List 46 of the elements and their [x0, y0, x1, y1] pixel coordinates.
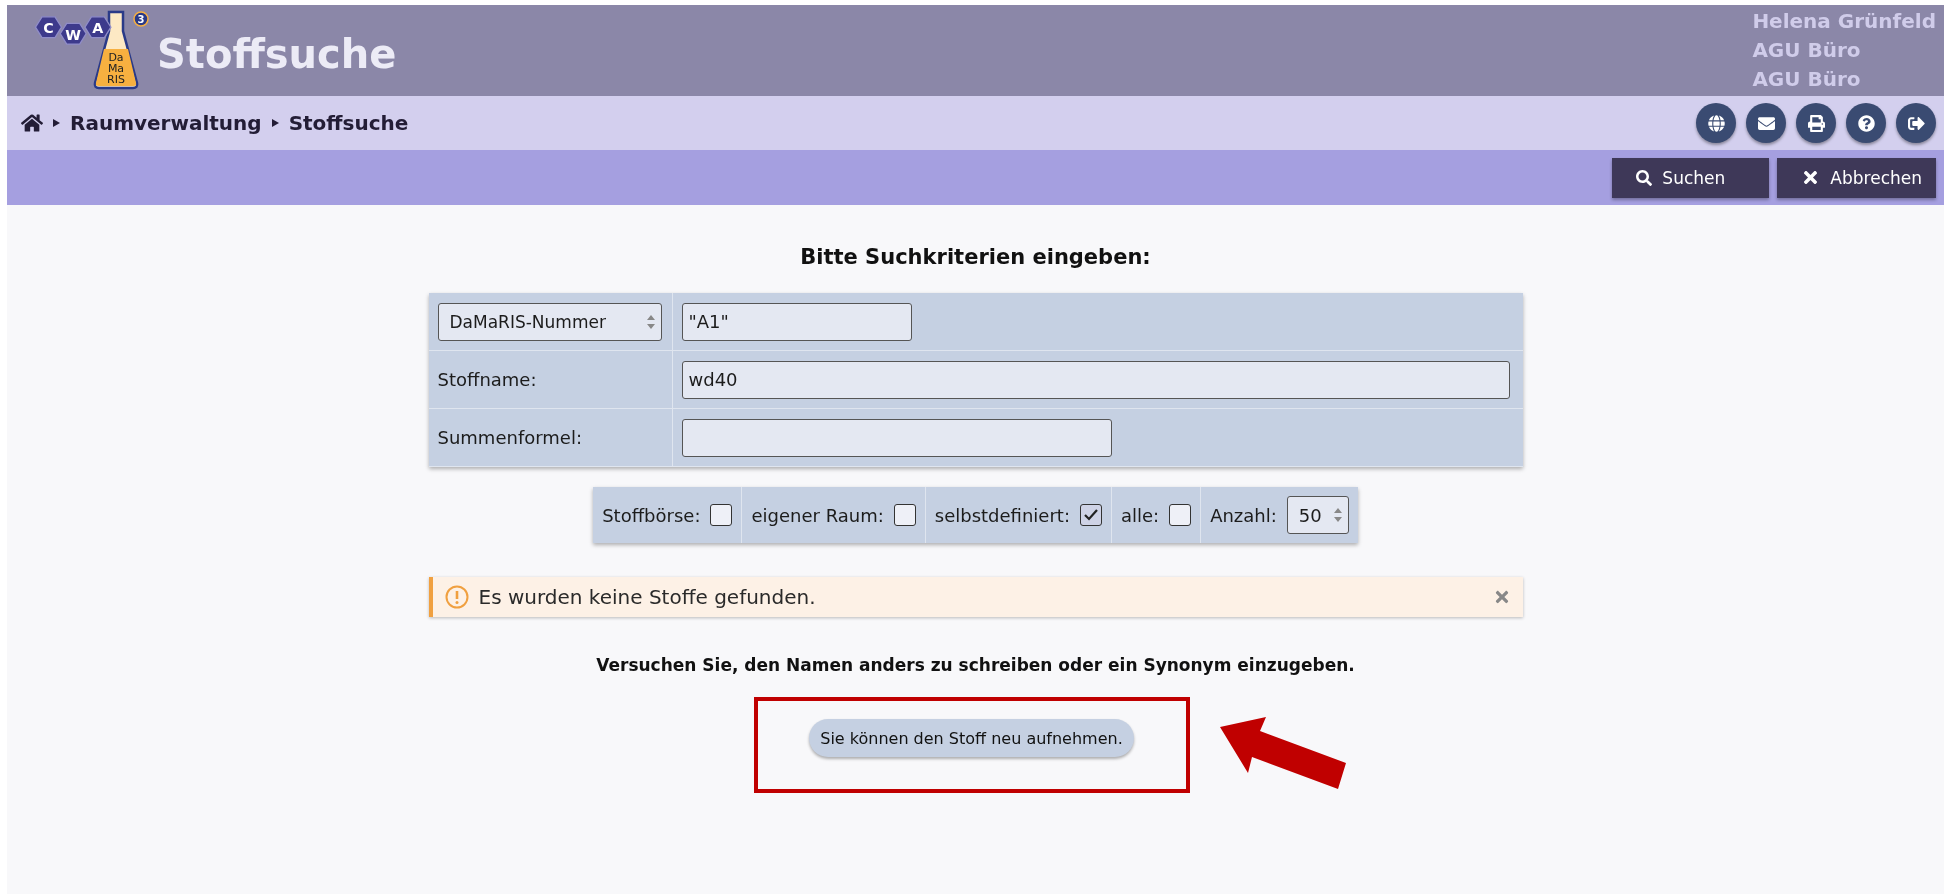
count-select[interactable]: 50 — [1286, 496, 1349, 534]
input-field[interactable]: "A1" — [681, 302, 912, 341]
checkbox[interactable] — [710, 504, 733, 526]
help-icon — [1857, 114, 1875, 132]
logout-icon — [1907, 114, 1925, 132]
user-info: AGU Büro — [1752, 66, 1861, 93]
user-info: AGU Büro — [1752, 37, 1861, 64]
separator-icon — [271, 119, 279, 127]
input-field[interactable] — [681, 418, 1112, 457]
field-label: Stoffname: — [437, 369, 537, 390]
criteria-select[interactable]: DaMaRIS-Nummer — [437, 302, 662, 341]
help-button[interactable] — [1846, 103, 1886, 143]
cancel-button[interactable]: Abbrechen — [1777, 157, 1936, 198]
filter-label: eigener Raum: — [751, 504, 884, 526]
mail-icon — [1757, 114, 1775, 132]
home-icon[interactable] — [21, 112, 43, 134]
user-info: Helena Grünfeld — [1752, 8, 1936, 35]
warning-icon — [444, 585, 469, 609]
breadcrumb-link[interactable]: Stoffsuche — [288, 111, 409, 135]
select-arrows-icon — [1333, 508, 1342, 522]
search-button[interactable]: Suchen — [1612, 157, 1770, 198]
mail-button[interactable] — [1746, 103, 1786, 143]
checkbox[interactable] — [1169, 504, 1192, 526]
separator-icon — [53, 119, 60, 127]
input-field[interactable]: wd40 — [681, 360, 1510, 399]
page-title: Stoffsuche — [157, 29, 398, 77]
field-label: Summenformel: — [437, 427, 582, 448]
alert-message: Es wurden keine Stoffe gefunden. — [478, 585, 817, 609]
filter-label: selbstdefiniert: — [934, 504, 1070, 526]
checkbox[interactable] — [1079, 504, 1102, 526]
printer-icon — [1807, 114, 1825, 132]
filter-label: alle: — [1120, 504, 1160, 526]
printer-button[interactable] — [1796, 103, 1836, 143]
filter-label: Anzahl: — [1210, 504, 1277, 526]
checkbox[interactable] — [893, 504, 916, 526]
hint-text: Versuchen Sie, den Namen anders zu schreiben oder ein Synonym einzugeben. — [596, 655, 1355, 675]
search-icon — [1636, 169, 1653, 186]
filter-label: Stoffbörse: — [602, 504, 701, 526]
logout-button[interactable] — [1896, 103, 1936, 143]
globe-button[interactable] — [1696, 103, 1736, 143]
new-substance-button[interactable]: Sie können den Stoff neu aufnehmen. — [809, 719, 1134, 757]
form-heading: Bitte Suchkriterien eingeben: — [800, 245, 1151, 269]
checkmark-icon — [1082, 508, 1099, 522]
breadcrumb-link[interactable]: Raumverwaltung — [70, 111, 262, 135]
globe-icon — [1707, 114, 1725, 132]
select-arrows-icon — [646, 314, 655, 329]
